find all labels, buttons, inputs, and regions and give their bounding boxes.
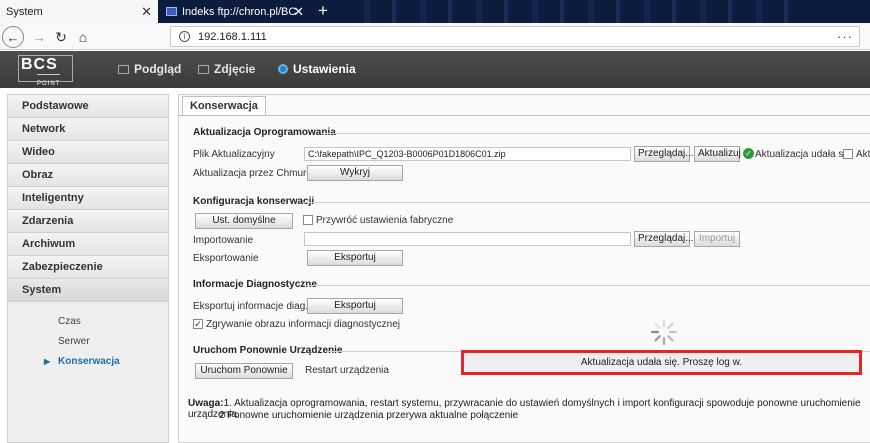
export-diag-button[interactable]: Eksportuj: [307, 298, 403, 314]
import-button[interactable]: Importuj: [694, 231, 740, 247]
reload-icon[interactable]: ↻: [50, 26, 72, 48]
app-header: BCS POINT Podgląd Zdjęcie Ustawienia: [0, 51, 870, 88]
forward-arrow-icon[interactable]: →: [28, 26, 50, 48]
update-file-label: Plik Aktualizacyjny: [193, 149, 275, 160]
section-title-restart: Uruchom Ponownie Urządzenie: [193, 345, 343, 356]
tab-title: System: [6, 5, 43, 18]
divider: [303, 202, 870, 203]
update-file-field[interactable]: C:\fakepath\IPC_Q1203-B0006P01D1806C01.z…: [304, 147, 631, 161]
auto-update-checkbox[interactable]: [843, 149, 853, 159]
sidebar-item-archiwum[interactable]: Archiwum: [8, 233, 168, 256]
sidebar-subitem-serwer[interactable]: Serwer: [8, 332, 168, 352]
sidebar-item-obraz[interactable]: Obraz: [8, 164, 168, 187]
tab-strip-background: [340, 0, 810, 23]
import-label: Importowanie: [193, 235, 254, 246]
browser-tab-strip: System ✕ Indeks ftp://chron.pl/BCS/FIRM …: [0, 0, 870, 23]
update-success-toast: Aktualizacja udała się. Proszę log w.: [461, 350, 862, 375]
sidebar-item-zdarzenia[interactable]: Zdarzenia: [8, 210, 168, 233]
subitem-label: Konserwacja: [58, 356, 120, 367]
nav-label: Zdjęcie: [214, 62, 256, 76]
sidebar-item-system[interactable]: System: [8, 279, 168, 302]
restart-button[interactable]: Uruchom Ponownie: [195, 363, 293, 379]
browse-import-button[interactable]: Przeglądaj...: [634, 231, 694, 247]
monitor-icon: [166, 7, 177, 16]
info-icon[interactable]: i: [179, 31, 190, 42]
export-config-button[interactable]: Eksportuj: [307, 250, 403, 266]
sidebar-subitem-konserwacja[interactable]: ▶ Konserwacja: [8, 352, 168, 372]
image-icon: [198, 64, 209, 74]
nav-label: Ustawienia: [293, 62, 356, 76]
page-actions-icon[interactable]: ···: [837, 29, 853, 44]
monitor-icon: [118, 64, 129, 74]
arrow-right-icon: ▶: [44, 357, 51, 366]
export-label: Eksportowanie: [193, 253, 259, 264]
section-title-diag: Informacje Diagnostyczne: [193, 279, 317, 290]
factory-reset-checkbox[interactable]: [303, 215, 313, 225]
navigation-bar: ← → ↻ ⌂ i 192.168.1.111 ···: [0, 23, 870, 50]
update-button[interactable]: Aktualizuj: [694, 146, 741, 162]
note-text-2: 2 Ponowne uruchomienie urządzenia przery…: [219, 410, 519, 421]
section-title-update: Aktualizacja Oprogramowania: [193, 127, 336, 138]
sidebar-item-inteligentny[interactable]: Inteligentny: [8, 187, 168, 210]
auto-update-label: Aktu: [856, 149, 870, 160]
logo-text: BCS: [21, 56, 58, 73]
divider: [322, 133, 870, 134]
defaults-button[interactable]: Ust. domyślne: [195, 213, 293, 229]
url-text: 192.168.1.111: [198, 30, 267, 43]
browser-tab-system[interactable]: System ✕: [0, 0, 158, 23]
main-panel: Konserwacja Aktualizacja Oprogramowania …: [178, 94, 870, 443]
home-icon[interactable]: ⌂: [72, 26, 94, 48]
tab-konserwacja[interactable]: Konserwacja: [182, 96, 266, 116]
capture-diag-checkbox[interactable]: ✓: [193, 319, 203, 329]
restart-label: Restart urządzenia: [305, 365, 389, 376]
factory-reset-label: Przywróć ustawienia fabryczne: [316, 215, 454, 226]
close-icon[interactable]: ✕: [293, 4, 304, 20]
note-label: Uwaga:: [188, 398, 224, 409]
import-file-field[interactable]: [304, 232, 631, 246]
diag-export-label: Eksportuj informacje diag...: [193, 301, 314, 312]
tab-title: Indeks ftp://chron.pl/BCS/FIRM: [182, 5, 297, 18]
new-tab-button[interactable]: +: [314, 0, 332, 23]
sidebar-item-zabezpieczenie[interactable]: Zabezpieczenie: [8, 256, 168, 279]
nav-ustawienia[interactable]: Ustawienia: [278, 62, 356, 76]
brand-logo: BCS POINT: [18, 55, 73, 87]
sidebar-item-wideo[interactable]: Wideo: [8, 141, 168, 164]
logo-subtext: POINT: [37, 74, 61, 93]
nav-podglad[interactable]: Podgląd: [118, 62, 181, 76]
detect-button[interactable]: Wykryj: [307, 165, 403, 181]
cloud-update-label: Aktualizacja przez Chmurę: [193, 168, 312, 179]
sidebar-item-network[interactable]: Network: [8, 118, 168, 141]
capture-diag-label: Zgrywanie obrazu informacji diagnostyczn…: [206, 319, 400, 330]
loading-spinner-icon: [650, 318, 678, 346]
section-title-config: Konfiguracja konserwacji: [193, 196, 315, 207]
tab-underline: [179, 115, 870, 116]
checkmark-icon: ✓: [743, 148, 754, 159]
browser-tab-ftp[interactable]: Indeks ftp://chron.pl/BCS/FIRM ✕: [160, 0, 310, 23]
sidebar-item-podstawowe[interactable]: Podstawowe: [8, 95, 168, 118]
browse-update-button[interactable]: Przeglądaj...: [634, 146, 694, 162]
update-status-text: Aktualizacja udała się.: [755, 149, 854, 160]
nav-label: Podgląd: [134, 62, 182, 76]
gear-icon: [278, 64, 288, 74]
back-arrow-icon[interactable]: ←: [2, 26, 24, 48]
nav-zdjecie[interactable]: Zdjęcie: [198, 62, 255, 76]
close-icon[interactable]: ✕: [141, 4, 152, 20]
divider: [303, 285, 870, 286]
settings-sidebar: Podstawowe Network Wideo Obraz Inteligen…: [7, 94, 169, 443]
address-bar[interactable]: i 192.168.1.111 ···: [170, 26, 860, 47]
sidebar-subitem-czas[interactable]: Czas: [8, 312, 168, 332]
